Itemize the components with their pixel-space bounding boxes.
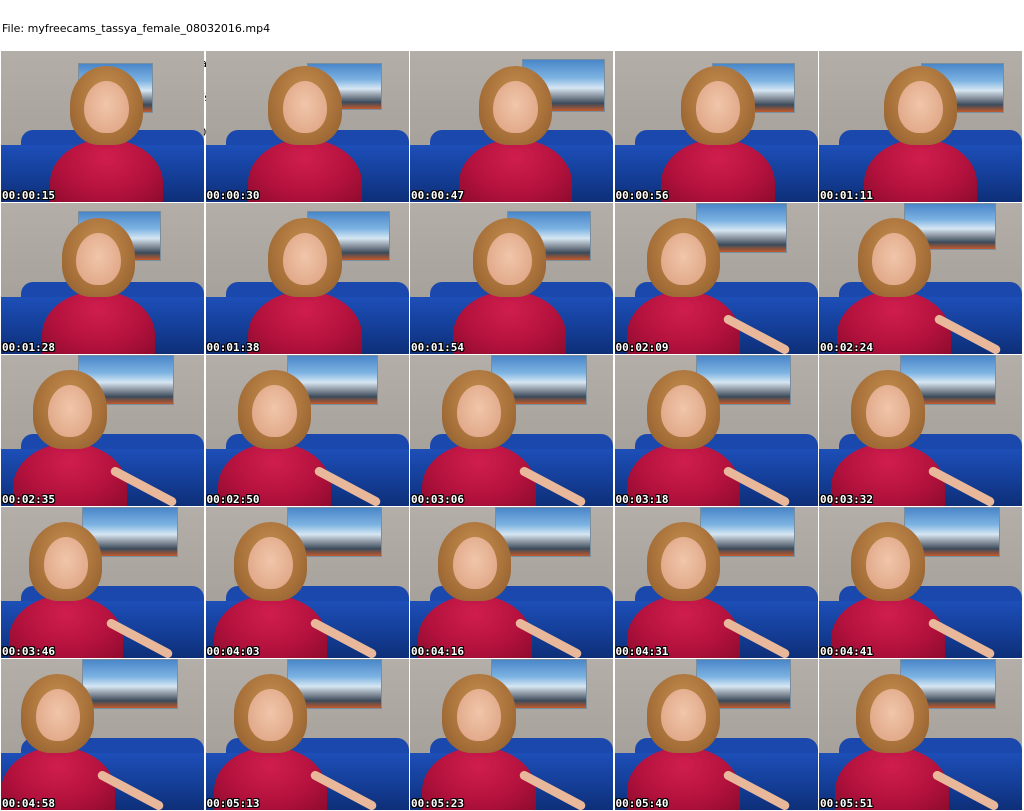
video-thumbnail: 00:05:51 xyxy=(819,659,1022,810)
person-face xyxy=(452,537,498,589)
file-name-line: File: myfreecams_tassya_female_08032016.… xyxy=(2,22,271,35)
person-face xyxy=(282,81,328,133)
video-thumbnail: 00:01:54 xyxy=(410,203,613,354)
person-face xyxy=(456,385,502,437)
video-thumbnail: 00:01:28 xyxy=(1,203,204,354)
video-thumbnail: 00:01:11 xyxy=(819,51,1022,202)
person-face xyxy=(282,233,328,285)
thumbnail-timestamp: 00:05:23 xyxy=(411,797,464,810)
thumbnail-timestamp: 00:05:40 xyxy=(615,797,669,810)
thumbnail-timestamp: 00:01:38 xyxy=(206,341,260,354)
wall-picture xyxy=(82,659,178,710)
video-thumbnail: 00:04:41 xyxy=(819,507,1022,658)
person-face xyxy=(43,537,89,589)
thumbnail-timestamp: 00:02:50 xyxy=(206,493,260,506)
person-face xyxy=(248,689,293,741)
person-face xyxy=(865,537,911,589)
thumbnail-timestamp: 00:05:13 xyxy=(206,797,260,810)
video-thumbnail: 00:04:16 xyxy=(410,507,613,658)
video-thumbnail: 00:02:24 xyxy=(819,203,1022,354)
video-thumbnail: 00:03:46 xyxy=(1,507,204,658)
person-face xyxy=(661,233,706,285)
person-face xyxy=(76,233,121,285)
person-face xyxy=(661,689,706,741)
thumbnail-timestamp: 00:00:47 xyxy=(411,189,464,202)
thumbnail-timestamp: 00:04:58 xyxy=(2,797,55,810)
thumbnail-timestamp: 00:02:09 xyxy=(615,341,669,354)
person-face xyxy=(487,233,532,285)
person-face xyxy=(456,689,502,741)
thumbnail-timestamp: 00:03:06 xyxy=(411,493,464,506)
video-thumbnail: 00:03:18 xyxy=(614,355,818,506)
thumbnail-timestamp: 00:01:11 xyxy=(820,189,873,202)
person-face xyxy=(84,81,129,133)
thumbnail-timestamp: 00:03:46 xyxy=(2,645,55,658)
person-face xyxy=(865,385,911,437)
person-face xyxy=(898,81,943,133)
video-thumbnail: 00:04:31 xyxy=(614,507,818,658)
video-thumbnail: 00:05:23 xyxy=(410,659,613,810)
person-face xyxy=(252,385,297,437)
video-thumbnail: 00:03:06 xyxy=(410,355,613,506)
thumbnail-timestamp: 00:00:30 xyxy=(206,189,260,202)
video-thumbnail: 00:00:15 xyxy=(1,51,204,202)
person-face xyxy=(869,689,915,741)
person-face xyxy=(35,689,81,741)
thumbnail-timestamp: 00:04:31 xyxy=(615,645,669,658)
video-thumbnail: 00:04:58 xyxy=(1,659,204,810)
video-thumbnail: 00:01:38 xyxy=(205,203,409,354)
thumbnail-timestamp: 00:00:56 xyxy=(615,189,669,202)
thumbnail-timestamp: 00:04:41 xyxy=(820,645,873,658)
person-face xyxy=(493,81,538,133)
thumbnail-grid: 00:00:15 00:00:30 00:00:47 00:00:56 00:01:11… xyxy=(1,51,1023,810)
person-face xyxy=(248,537,293,589)
person-face xyxy=(871,233,917,285)
thumbnail-timestamp: 00:02:35 xyxy=(2,493,55,506)
person-face xyxy=(47,385,93,437)
video-thumbnail: 00:02:35 xyxy=(1,355,204,506)
video-thumbnail: 00:00:47 xyxy=(410,51,613,202)
thumbnail-timestamp: 00:04:03 xyxy=(206,645,260,658)
thumbnail-timestamp: 00:01:54 xyxy=(411,341,464,354)
video-thumbnail: 00:05:40 xyxy=(614,659,818,810)
video-thumbnail: 00:05:13 xyxy=(205,659,409,810)
person-face xyxy=(661,537,706,589)
thumbnail-timestamp: 00:03:32 xyxy=(820,493,873,506)
video-thumbnail: 00:02:09 xyxy=(614,203,818,354)
thumbnail-timestamp: 00:05:51 xyxy=(820,797,873,810)
thumbnail-timestamp: 00:02:24 xyxy=(820,341,873,354)
video-thumbnail: 00:00:56 xyxy=(614,51,818,202)
video-thumbnail: 00:02:50 xyxy=(205,355,409,506)
thumbnail-timestamp: 00:00:15 xyxy=(2,189,55,202)
video-thumbnail: 00:00:30 xyxy=(205,51,409,202)
thumbnail-timestamp: 00:01:28 xyxy=(2,341,55,354)
video-thumbnail: 00:03:32 xyxy=(819,355,1022,506)
thumbnail-timestamp: 00:03:18 xyxy=(615,493,669,506)
video-thumbnail: 00:04:03 xyxy=(205,507,409,658)
thumbnail-timestamp: 00:04:16 xyxy=(411,645,464,658)
person-face xyxy=(661,385,706,437)
person-face xyxy=(695,81,741,133)
